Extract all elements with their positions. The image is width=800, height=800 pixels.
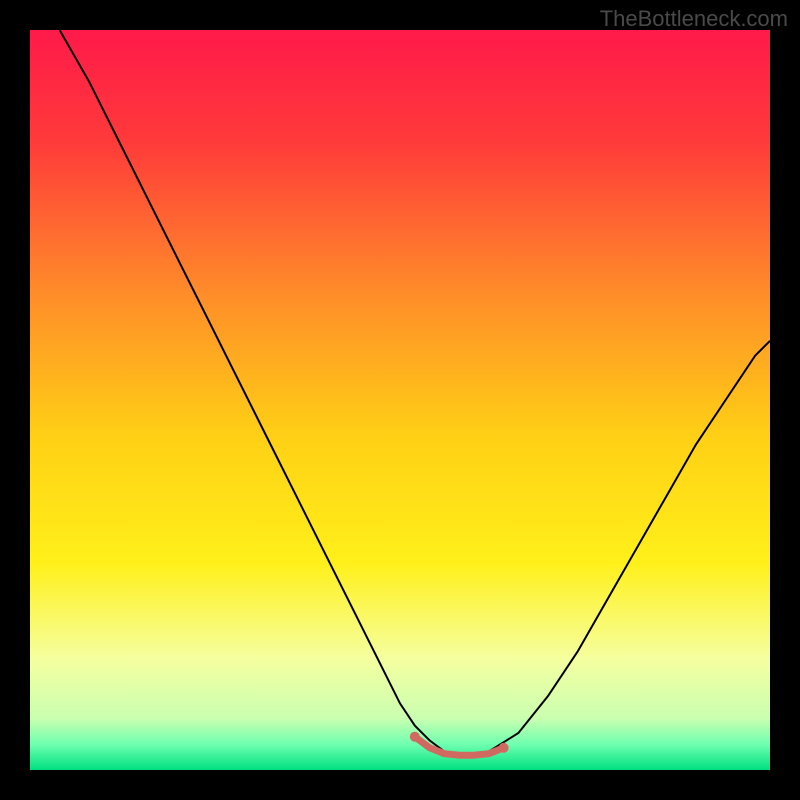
- watermark-text: TheBottleneck.com: [600, 6, 788, 32]
- chart-frame: [30, 30, 770, 770]
- gradient-background: [30, 30, 770, 770]
- optimal-zone-endpoint-right: [499, 743, 509, 753]
- bottleneck-chart: [30, 30, 770, 770]
- optimal-zone-endpoint-left: [410, 732, 420, 742]
